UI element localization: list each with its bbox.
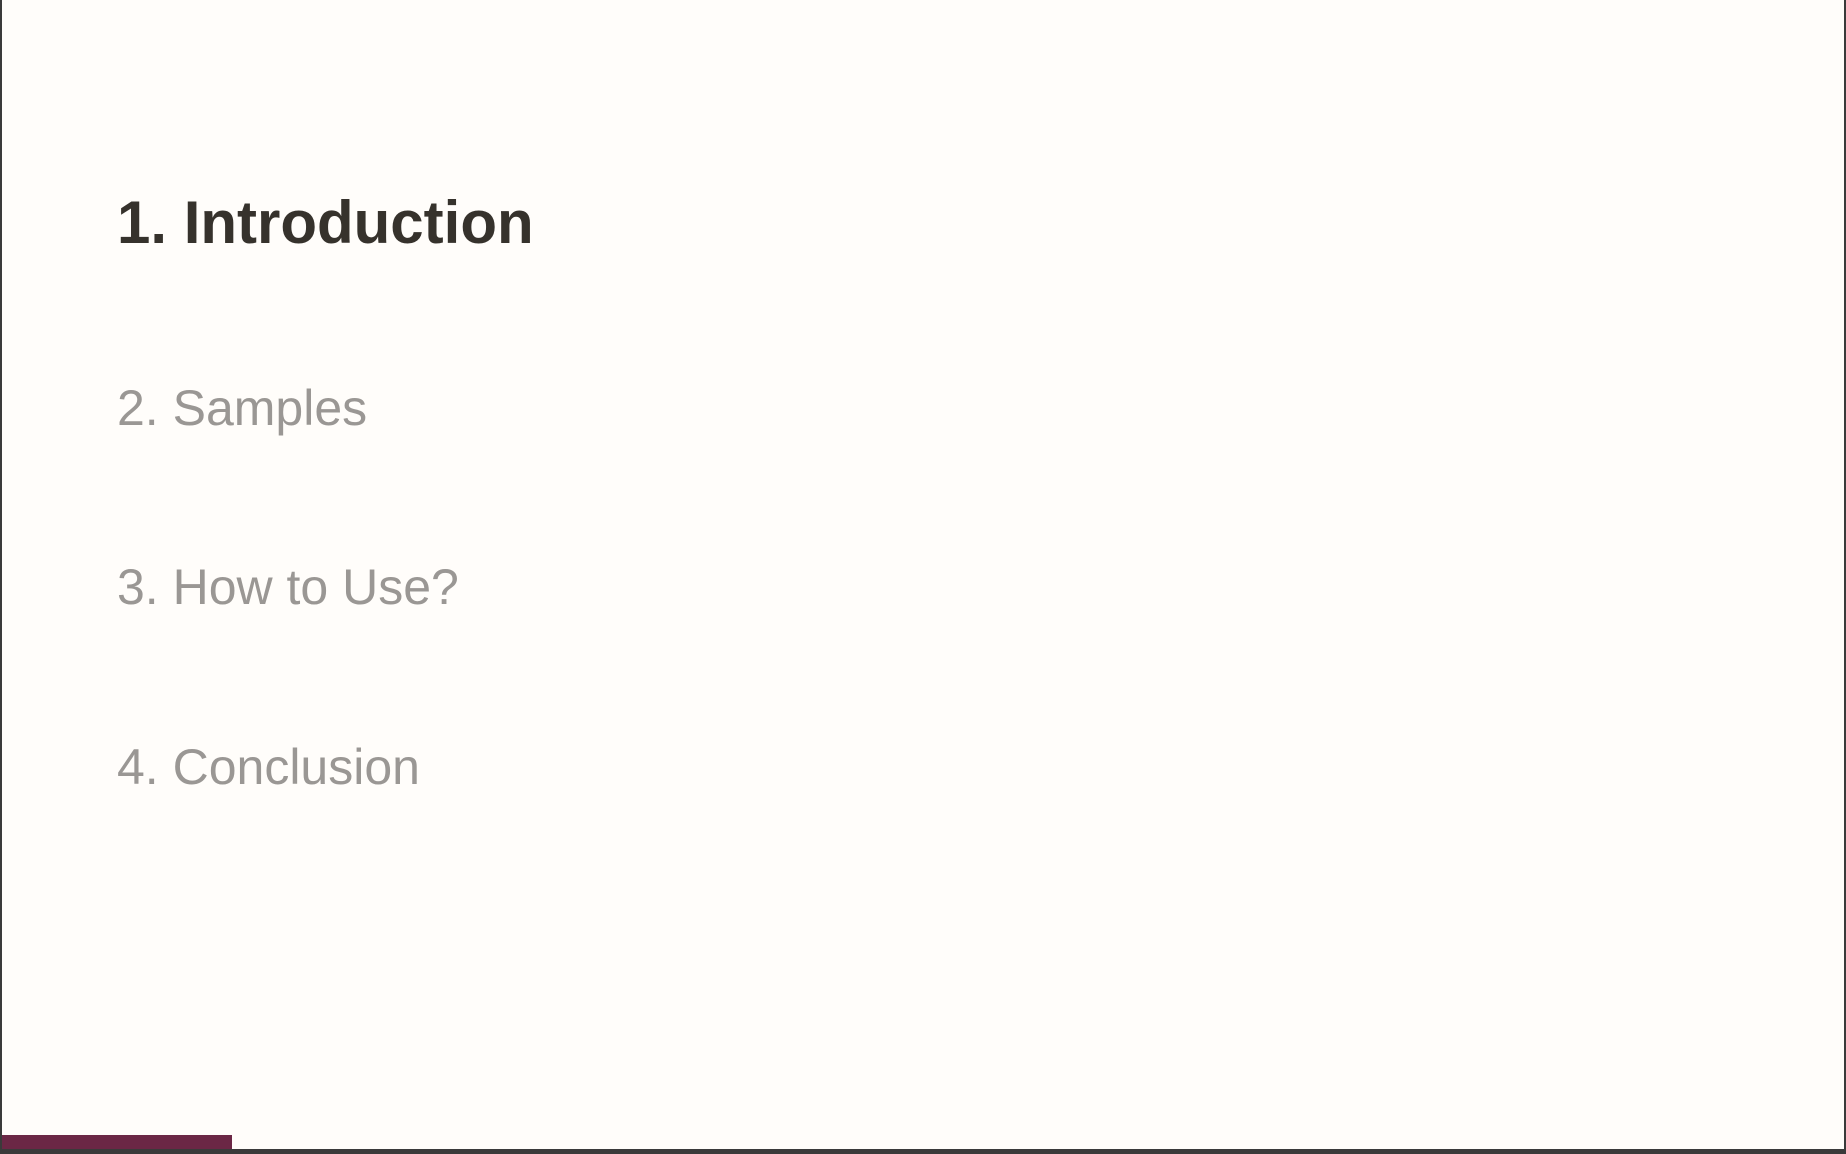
slide: 1. Introduction 2. Samples 3. How to Use… (2, 0, 1844, 1149)
slide-progress-bar (2, 1135, 1844, 1149)
toc-item-introduction[interactable]: 1. Introduction (117, 193, 534, 253)
toc-item-samples[interactable]: 2. Samples (117, 383, 367, 433)
toc-item-conclusion[interactable]: 4. Conclusion (117, 742, 420, 792)
toc-item-how-to-use[interactable]: 3. How to Use? (117, 562, 459, 612)
window-bottom-border (0, 1149, 1846, 1154)
slide-progress-fill (2, 1135, 233, 1149)
